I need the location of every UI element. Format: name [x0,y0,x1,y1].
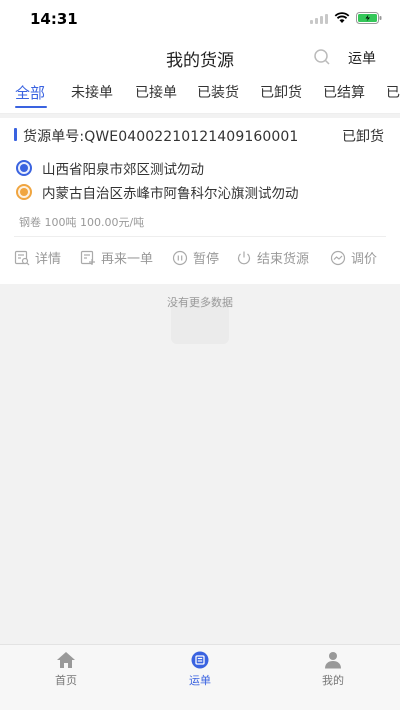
detail-icon [14,250,30,265]
tab-unloaded[interactable]: 已卸货 [260,82,302,102]
destination-address: 内蒙古自治区赤峰市阿鲁科尔沁旗测试勿动 [42,186,299,202]
tabbar-profile-label: 我的 [322,674,344,687]
page-title: 我的货源 [166,51,234,71]
reorder-button[interactable]: 再来一单 [80,248,153,267]
order-status: 已卸货 [342,129,384,145]
pause-icon [172,250,188,265]
wifi-icon [334,12,350,24]
tab-loaded[interactable]: 已装货 [197,82,239,102]
price-adjust-button[interactable]: 调价 [330,248,377,267]
home-icon [57,652,75,668]
reorder-label: 再来一单 [101,252,154,267]
search-icon[interactable] [313,48,331,66]
signal-icon [310,13,328,24]
tab-accepted[interactable]: 已接单 [135,82,177,102]
bottom-tabbar: 首页 运单 我的 [0,644,400,710]
origin-row: 山西省阳泉市郊区测试勿动 [16,158,204,178]
power-icon [237,251,251,264]
pause-label: 暂停 [193,252,220,267]
profile-icon [325,652,341,669]
tabbar-waybill[interactable]: 运单 [160,651,240,688]
end-source-label: 结束货源 [257,252,310,267]
tabbar-profile[interactable]: 我的 [293,651,373,688]
list-end-text: 没有更多数据 [167,296,233,309]
status-icons [310,12,382,24]
pause-button[interactable]: 暂停 [172,248,219,267]
detail-button[interactable]: 详情 [14,248,61,267]
waybill-icon [191,651,209,669]
tab-all[interactable]: 全部 [15,82,45,103]
reorder-icon [80,250,95,265]
origin-address: 山西省阳泉市郊区测试勿动 [42,162,204,178]
waybill-link[interactable]: 运单 [348,48,376,68]
price-adjust-icon [330,250,346,265]
order-actions: 详情 再来一单 暂停 结束货源 调价 [0,248,400,272]
tabbar-home[interactable]: 首页 [26,651,106,688]
price-adjust-label: 调价 [351,252,378,267]
origin-dot-icon [16,160,32,176]
status-tabs: 全部 未接单 已接单 已装货 已卸货 已结算 已 [0,76,400,114]
status-time: 14:31 [30,10,78,28]
tab-unaccepted[interactable]: 未接单 [71,82,113,102]
order-number: 货源单号:QWE0400221012140916000​1 [23,129,299,145]
end-source-button[interactable]: 结束货源 [236,248,309,267]
tab-settled[interactable]: 已结算 [323,82,365,102]
detail-label: 详情 [35,252,62,267]
order-card[interactable]: 货源单号:QWE0400221012140916000​1 已卸货 山西省阳泉市… [0,118,400,284]
destination-dot-icon [16,184,32,200]
goods-summary: 钢卷 100吨 100.00元/吨 [19,216,145,229]
order-accent-bar [14,128,17,141]
tabbar-waybill-label: 运单 [189,674,211,687]
destination-row: 内蒙古自治区赤峰市阿鲁科尔沁旗测试勿动 [16,182,299,202]
tab-overflow[interactable]: 已 [386,82,400,102]
divider [14,236,386,237]
status-bar: 14:31 [0,0,400,38]
battery-icon [356,12,382,24]
nav-bar: 我的货源 运单 [0,38,400,76]
active-tab-indicator [15,106,47,108]
tabbar-home-label: 首页 [55,674,77,687]
